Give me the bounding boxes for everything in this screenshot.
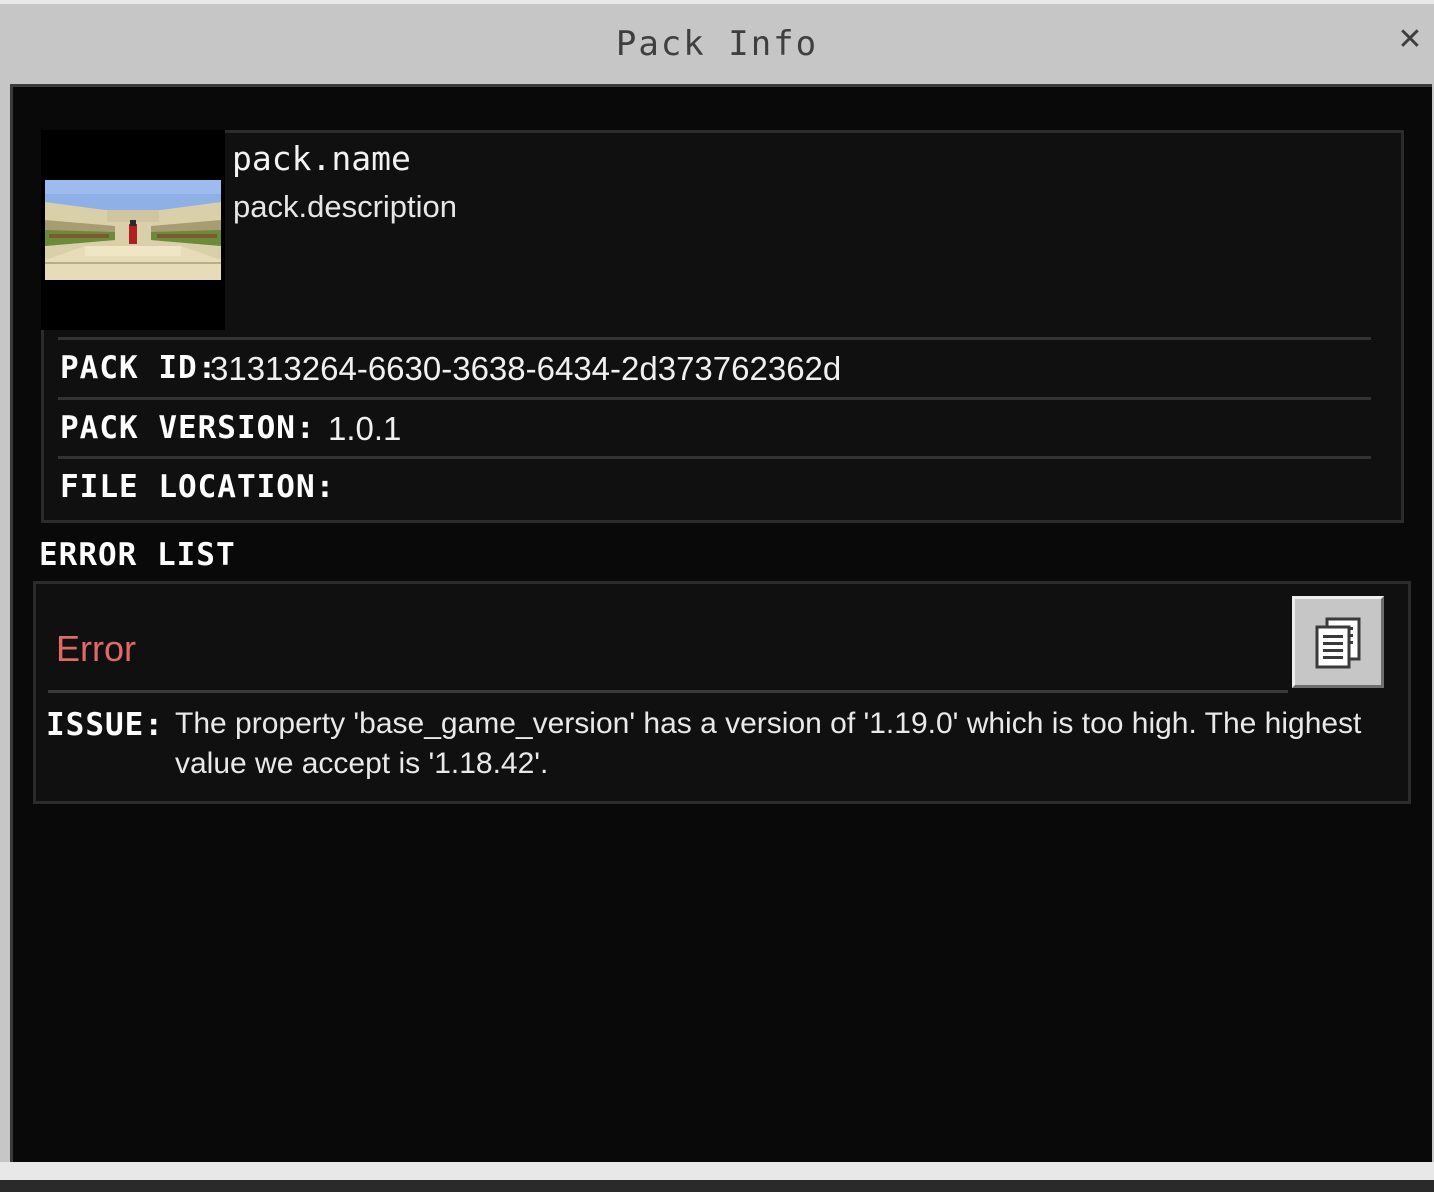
window-shadow <box>0 1180 1434 1192</box>
pack-summary-panel: pack.name pack.description PACK ID: 3131… <box>41 130 1404 523</box>
issue-text: The property 'base_game_version' has a v… <box>175 707 1362 780</box>
error-item: Error ISSUE: The property 'base_game_ver… <box>33 581 1411 804</box>
pack-id-label: PACK ID: <box>60 350 218 386</box>
error-title: Error <box>56 628 136 669</box>
pack-thumbnail-image <box>45 180 221 280</box>
pack-thumbnail-frame <box>41 130 225 330</box>
copy-icon <box>1315 617 1361 669</box>
close-button[interactable]: ✕ <box>1396 25 1424 55</box>
pack-id-value: 31313264-6630-3638-6434-2d373762362d <box>210 350 842 387</box>
pack-info-window: Pack Info ✕ pack.name pack.description P… <box>0 0 1434 1184</box>
error-list-heading: ERROR LIST <box>39 537 236 573</box>
file-location-label: FILE LOCATION: <box>60 469 336 505</box>
close-icon: ✕ <box>1397 22 1423 57</box>
content-area: pack.name pack.description PACK ID: 3131… <box>10 84 1432 1162</box>
error-divider <box>48 690 1288 693</box>
pack-version-value: 1.0.1 <box>328 410 402 447</box>
copy-error-button[interactable] <box>1292 596 1384 688</box>
pack-version-row: PACK VERSION: 1.0.1 <box>58 397 1371 457</box>
pack-description: pack.description <box>233 189 458 224</box>
window-title: Pack Info <box>615 24 819 64</box>
issue-label: ISSUE: <box>46 707 164 743</box>
pack-name: pack.name <box>232 139 411 178</box>
file-location-row: FILE LOCATION: <box>58 456 1371 516</box>
title-bar: Pack Info ✕ <box>0 4 1434 82</box>
pack-version-label: PACK VERSION: <box>60 410 316 446</box>
pack-id-row: PACK ID: 31313264-6630-3638-6434-2d37376… <box>58 337 1371 397</box>
